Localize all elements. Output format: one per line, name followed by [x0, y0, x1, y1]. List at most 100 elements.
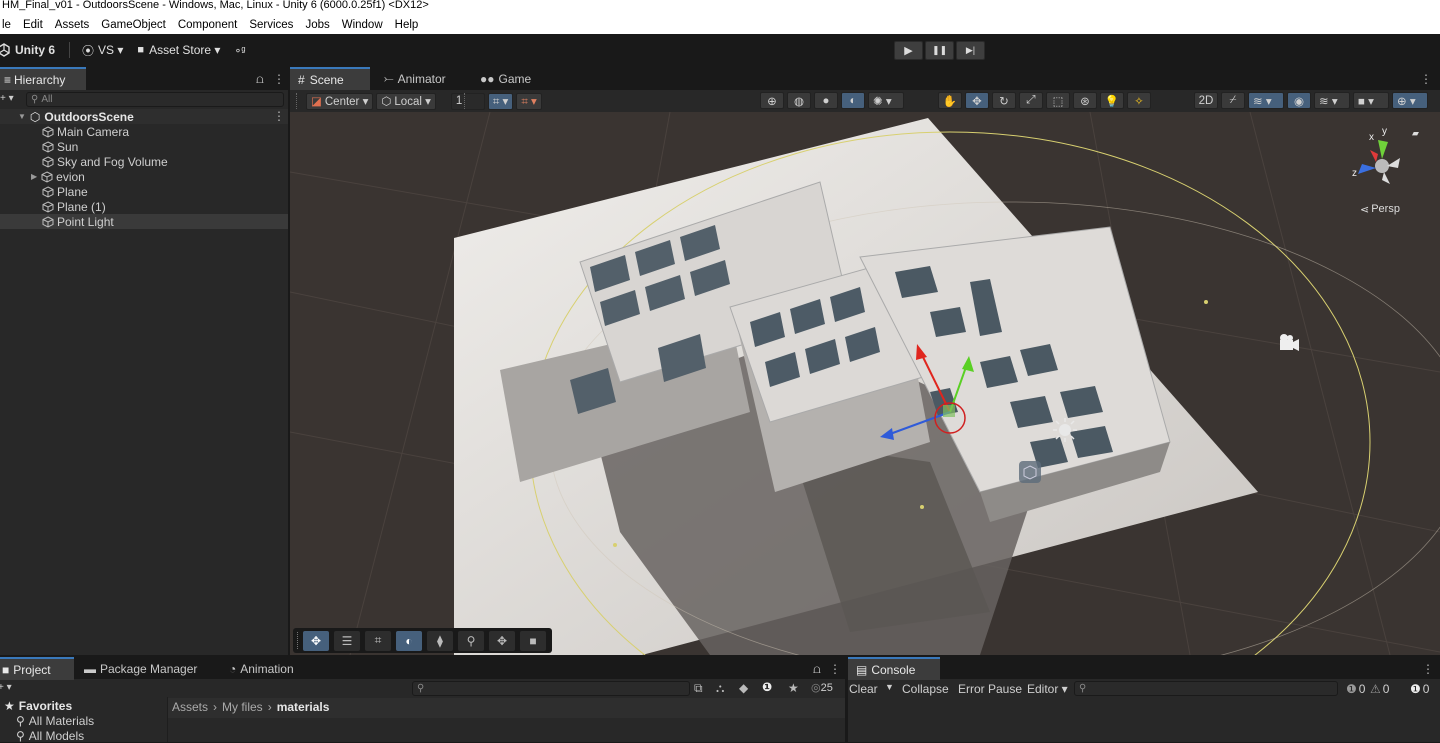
console-search-input[interactable]: ⚲ [1074, 681, 1338, 696]
create-dropdown-icon[interactable]: + ▾ [0, 682, 12, 693]
project-search-input[interactable]: ⚲ [412, 681, 690, 696]
project-lock-icon[interactable]: ⩍ [813, 662, 821, 677]
asset-store-button[interactable]: ■ Asset Store ▾ [137, 43, 220, 57]
clear-dropdown-icon[interactable]: ▼ [885, 682, 894, 692]
pivot-overlay-icon[interactable]: ✥ [489, 630, 515, 651]
error-pause-button[interactable]: Error Pause [958, 682, 1022, 696]
alert-icon[interactable]: ❶ [762, 680, 772, 694]
console-kebab-icon[interactable]: ⋮ [1422, 662, 1434, 676]
hierarchy-item-plane[interactable]: Plane [0, 184, 288, 199]
rotate-tool-icon[interactable]: ↻ [992, 92, 1016, 109]
tab-animator[interactable]: ⤚ Animator [376, 67, 454, 90]
layers-dropdown[interactable]: ≋ ▾ [1248, 92, 1284, 109]
tab-console[interactable]: ▤ Console [848, 657, 940, 680]
move-overlay-icon[interactable]: ✥ [303, 630, 329, 651]
hierarchy-item-point-light[interactable]: Point Light [0, 214, 288, 229]
menu-component[interactable]: Component [178, 19, 237, 31]
menu-services[interactable]: Services [249, 19, 293, 31]
toggle-2d-icon[interactable]: 2D [1194, 92, 1218, 109]
kebab-menu-icon[interactable]: ⋮ [273, 72, 285, 86]
filter-by-type-icon[interactable]: ⛬ [716, 681, 724, 696]
visibility-eye-icon[interactable]: ◉ [1287, 92, 1311, 109]
audio-toggle-icon[interactable]: ⌿ [1221, 92, 1245, 109]
camera-dropdown[interactable]: ■ ▾ [1353, 92, 1389, 109]
move-tool-icon[interactable]: ✥ [965, 92, 989, 109]
project-kebab-icon[interactable]: ⋮ [829, 662, 841, 676]
menu-window[interactable]: Window [342, 19, 383, 31]
tab-scene[interactable]: # Scene [290, 67, 370, 90]
orientation-gizmo[interactable]: x y z [1340, 126, 1410, 200]
scene-menu-icon[interactable]: ⋮ [273, 109, 285, 123]
light-probe-icon[interactable]: ✧ [1127, 92, 1151, 109]
hierarchy-item-sun[interactable]: Sun [0, 139, 288, 154]
menu-gameobject[interactable]: GameObject [101, 19, 166, 31]
pivot-rotation-dropdown[interactable]: ⬡ Local ▾ [376, 92, 436, 110]
tab-package-manager[interactable]: ▬ Package Manager [76, 657, 205, 680]
tab-hierarchy[interactable]: ≡ Hierarchy [0, 67, 86, 90]
effects-dropdown[interactable]: ✺ ▾ [868, 92, 904, 109]
vs-button[interactable]: ⦿ VS ▾ [82, 42, 123, 59]
hierarchy-item-evion[interactable]: ▶ evion [0, 169, 288, 184]
camera-overlay-icon[interactable]: ■ [520, 630, 546, 651]
favorites-header[interactable]: ★ Favorites [4, 699, 72, 713]
menu-jobs[interactable]: Jobs [305, 19, 329, 31]
search-by-type-icon[interactable]: ⧉ [694, 681, 703, 696]
menu-assets[interactable]: Assets [55, 19, 90, 31]
perspective-toggle[interactable]: ⋖ Persp [1360, 203, 1400, 216]
pause-button[interactable]: ❚❚ [925, 41, 954, 60]
search-overlay-icon[interactable]: ⚲ [458, 630, 484, 651]
wireframe-sphere-icon[interactable]: ◍ [787, 92, 811, 109]
lock-icon[interactable]: ⩍ [256, 72, 264, 87]
scene-row[interactable]: ▼ ⬡ OutdoorsScene ⋮ [0, 109, 288, 124]
warning-count-toggle[interactable]: ⚠ 0 [1370, 682, 1389, 696]
label-tag-icon[interactable]: ◆ [739, 681, 748, 695]
favorite-all-models[interactable]: ⚲ All Models [16, 729, 84, 743]
breadcrumb-current[interactable]: materials [277, 700, 330, 714]
project-divider[interactable] [167, 697, 168, 742]
drag-handle[interactable] [296, 93, 298, 109]
lighting-sphere-icon[interactable]: ◐ [396, 630, 422, 651]
error-count-toggle[interactable]: ❶0 [1410, 682, 1429, 696]
gizmo-lock-icon[interactable]: ▰ [1412, 128, 1419, 139]
breadcrumb-assets[interactable]: Assets [172, 700, 208, 714]
favorite-all-materials[interactable]: ⚲ All Materials [16, 714, 94, 728]
transform-tool-icon[interactable]: ⊛ [1073, 92, 1097, 109]
unity-account-button[interactable]: Unity 6 [0, 43, 55, 57]
tab-animation[interactable]: ◔ Animation [221, 657, 302, 680]
increment-snap-toggle[interactable]: ⌗ ▾ [516, 92, 542, 110]
hierarchy-item-main-camera[interactable]: Main Camera [0, 124, 288, 139]
hierarchy-item-sky-and-fog[interactable]: Sky and Fog Volume [0, 154, 288, 169]
breadcrumb-my-files[interactable]: My files [222, 700, 263, 714]
clear-button[interactable]: Clear [849, 682, 878, 696]
drag-handle[interactable] [464, 93, 466, 109]
menu-help[interactable]: Help [395, 19, 419, 31]
tab-game[interactable]: ●● Game [472, 67, 539, 90]
stack-dropdown[interactable]: ≋ ▾ [1314, 92, 1350, 109]
play-button[interactable]: ▶ [894, 41, 923, 60]
lit-sphere-icon[interactable]: ◐ [841, 92, 865, 109]
favorite-star-icon[interactable]: ★ [788, 681, 799, 695]
grid-size-input[interactable]: 1 [450, 92, 485, 110]
overlay-drag-handle[interactable] [297, 632, 299, 649]
gizmos-dropdown[interactable]: ⊕ ▾ [1392, 92, 1428, 109]
hidden-count[interactable]: ◎25 [811, 681, 833, 694]
pivot-mode-dropdown[interactable]: ◪ Center ▾ [306, 92, 374, 110]
step-button[interactable]: ▶| [956, 41, 985, 60]
hierarchy-search-input[interactable]: ⚲ All [26, 92, 284, 107]
light-bulb-icon[interactable]: 💡 [1100, 92, 1124, 109]
settings-sliders-icon[interactable]: ☰ [334, 630, 360, 651]
chevron-right-icon[interactable]: ▶ [31, 172, 37, 181]
scale-tool-icon[interactable]: ⤢ [1019, 92, 1043, 109]
menu-edit[interactable]: Edit [23, 19, 43, 31]
editor-dropdown[interactable]: Editor ▾ [1027, 682, 1068, 696]
hierarchy-item-plane-1[interactable]: Plane (1) [0, 199, 288, 214]
tab-project[interactable]: ■ Project [0, 657, 74, 680]
info-count-toggle[interactable]: ❶0 [1346, 682, 1365, 696]
rect-tool-icon[interactable]: ⬚ [1046, 92, 1070, 109]
gizmos-2d-icon[interactable]: ⊕ [760, 92, 784, 109]
scene-viewport[interactable]: x y z ▰ ⋖ Persp [290, 112, 1440, 655]
add-dropdown-icon[interactable]: + ▾ [0, 93, 14, 104]
menu-file[interactable]: le [2, 19, 11, 31]
hand-tool-icon[interactable]: ✋ [938, 92, 962, 109]
shaded-sphere-icon[interactable]: ● [814, 92, 838, 109]
